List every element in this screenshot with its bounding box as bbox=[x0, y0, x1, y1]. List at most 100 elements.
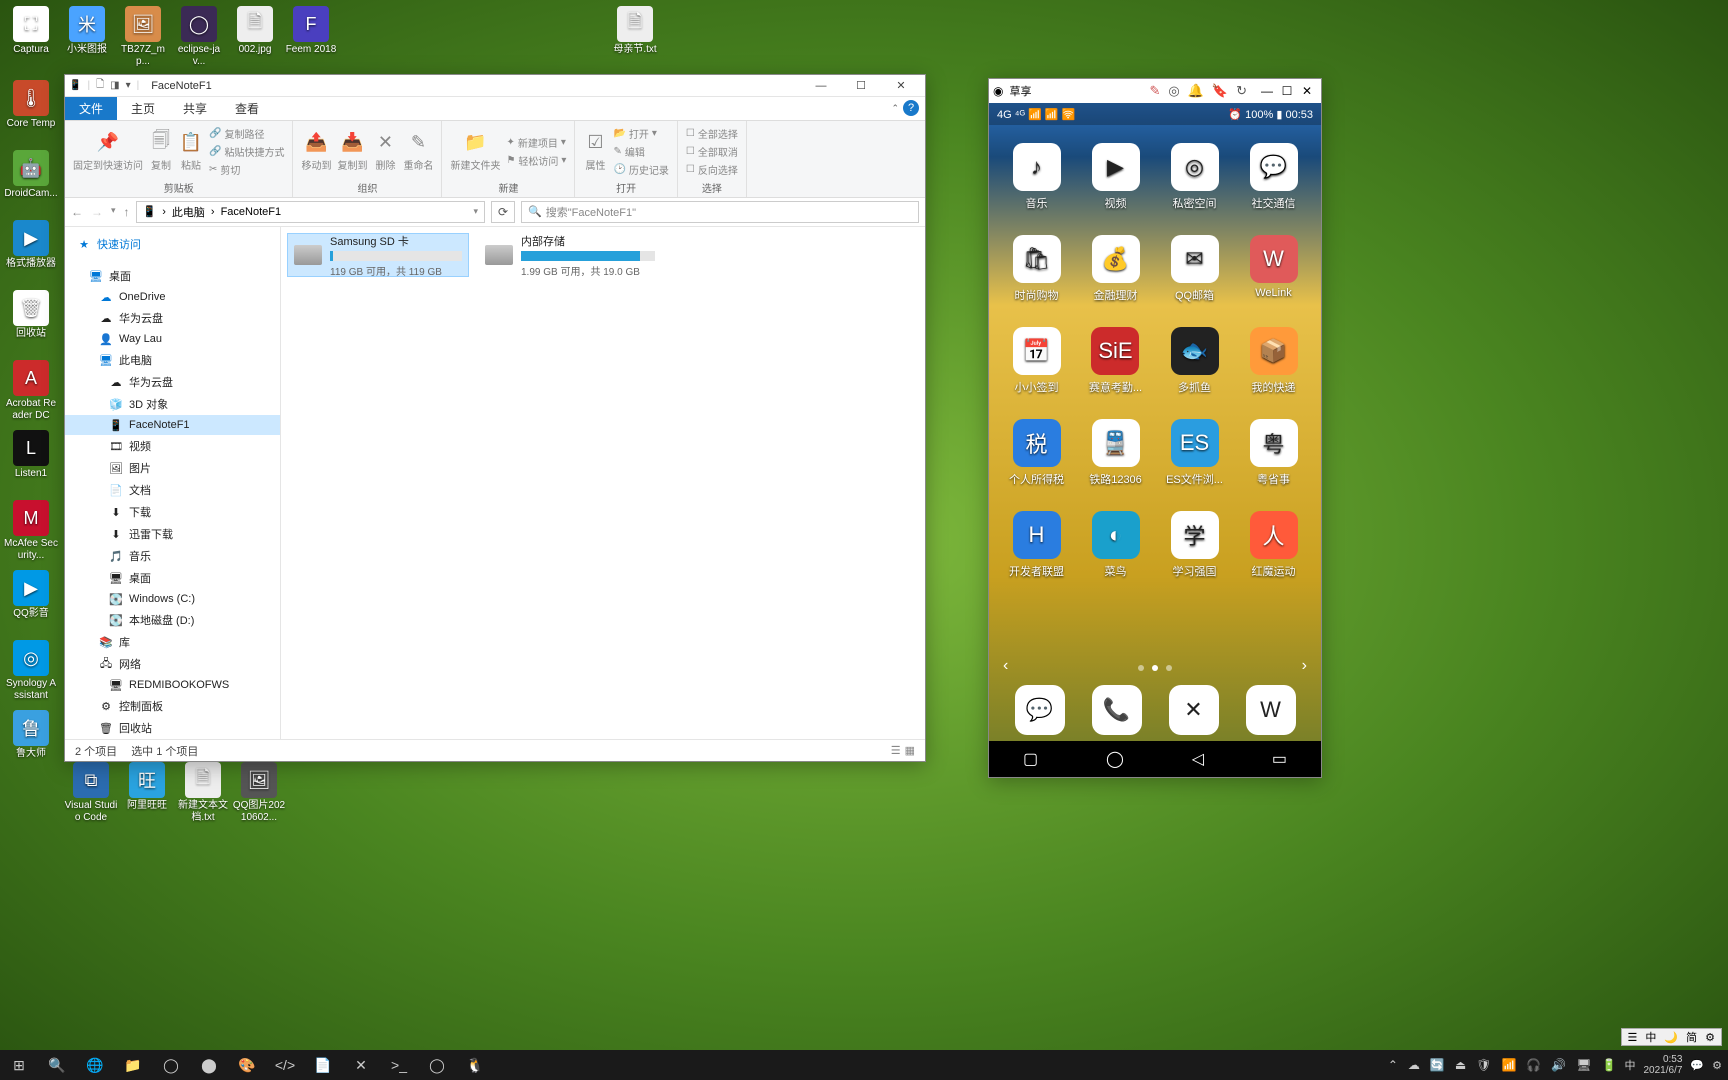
breadcrumb-segment[interactable]: FaceNoteF1 bbox=[221, 206, 282, 218]
delete-button[interactable]: ✕删除 bbox=[373, 131, 397, 172]
tray-ime[interactable]: 中 bbox=[1624, 1057, 1635, 1073]
select-none-button[interactable]: ☐ 全部取消 bbox=[686, 144, 738, 159]
nav-recycle[interactable]: 🗑回收站 bbox=[65, 717, 280, 739]
nav-desktop[interactable]: 🖥桌面 bbox=[65, 265, 280, 287]
titlebar[interactable]: 📱 | 🗋 ◨ ▾ | FaceNoteF1 — ☐ ✕ bbox=[65, 75, 925, 97]
qat-dropdown-icon[interactable]: ▾ bbox=[126, 80, 131, 91]
nav-huawei[interactable]: ☁华为云盘 bbox=[65, 307, 280, 329]
nav-item[interactable]: 🎵音乐 bbox=[65, 545, 280, 567]
dock-app[interactable]: W bbox=[1246, 685, 1296, 735]
nav-home-icon[interactable]: ◯ bbox=[1106, 749, 1124, 769]
phone-app[interactable]: H开发者联盟 bbox=[1009, 511, 1064, 599]
desktop-icon[interactable]: 🤖DroidCam... bbox=[4, 148, 58, 218]
bell-icon[interactable]: 🔔 bbox=[1188, 83, 1204, 99]
phone-app[interactable]: 🛍时尚购物 bbox=[1013, 235, 1061, 323]
qat-icon[interactable]: ◨ bbox=[110, 80, 119, 91]
qat-icon[interactable]: 🗋 bbox=[96, 77, 104, 94]
taskbar-button[interactable]: >_ bbox=[380, 1050, 418, 1080]
nav-user[interactable]: 👤Way Lau bbox=[65, 329, 280, 349]
nav-this-pc[interactable]: 🖥此电脑 bbox=[65, 349, 280, 371]
copy-path-button[interactable]: 🔗 复制路径 bbox=[209, 126, 284, 141]
brush-icon[interactable]: ✎ bbox=[1149, 83, 1160, 99]
phone-app[interactable]: 💬社交通信 bbox=[1250, 143, 1298, 231]
phone-app[interactable]: 人红魔运动 bbox=[1250, 511, 1298, 599]
refresh-icon[interactable]: ↻ bbox=[1236, 83, 1247, 99]
open-button[interactable]: 📂 打开 ▾ bbox=[613, 126, 668, 141]
desktop-icon[interactable]: 鲁鲁大师 bbox=[4, 708, 58, 778]
rename-button[interactable]: ✎重命名 bbox=[403, 131, 433, 172]
dock-app[interactable]: ✕ bbox=[1169, 685, 1219, 735]
paste-button[interactable]: 📋粘贴 bbox=[179, 131, 203, 172]
desktop-icon[interactable]: 米小米图报 bbox=[60, 4, 114, 74]
up-button[interactable]: ↑ bbox=[124, 205, 130, 219]
desktop-icon-lone[interactable]: 🗎 母亲节.txt bbox=[608, 4, 662, 74]
taskbar-button[interactable]: 📄 bbox=[304, 1050, 342, 1080]
tray-icon[interactable]: ⏏ bbox=[1455, 1058, 1466, 1072]
collapse-ribbon-icon[interactable]: ⌃ bbox=[891, 103, 899, 114]
nav-item[interactable]: 🖥桌面 bbox=[65, 567, 280, 589]
history-button[interactable]: 🕑 历史记录 bbox=[613, 162, 668, 177]
phone-app[interactable]: 粤粤省事 bbox=[1250, 419, 1298, 507]
phone-app[interactable]: WWeLink bbox=[1250, 235, 1298, 323]
view-details-icon[interactable]: ☰ bbox=[891, 744, 901, 757]
tray-icon[interactable]: 🔋 bbox=[1602, 1058, 1617, 1072]
edit-button[interactable]: ✎ 编辑 bbox=[613, 144, 668, 159]
desktop-icon[interactable]: 🖼QQ图片20210602... bbox=[232, 760, 286, 830]
phone-app[interactable]: 🚆铁路12306 bbox=[1089, 419, 1142, 507]
tray-icon[interactable]: 🎧 bbox=[1526, 1058, 1541, 1072]
phone-app[interactable]: 📅小小签到 bbox=[1013, 327, 1061, 415]
select-all-button[interactable]: ☐ 全部选择 bbox=[686, 126, 738, 141]
tab-view[interactable]: 查看 bbox=[221, 97, 273, 120]
desktop-icon[interactable]: 🗎新建文本文档.txt bbox=[176, 760, 230, 830]
pin-button[interactable]: 📌固定到快速访问 bbox=[73, 131, 143, 172]
cut-button[interactable]: ✂ 剪切 bbox=[209, 162, 284, 177]
nav-item[interactable]: ⬇迅雷下载 bbox=[65, 523, 280, 545]
page-prev-icon[interactable]: ‹ bbox=[1003, 657, 1008, 675]
taskbar-button[interactable]: ✕ bbox=[342, 1050, 380, 1080]
desktop-icon[interactable]: FFeem 2018 bbox=[284, 4, 338, 74]
tray-icon[interactable]: 📶 bbox=[1501, 1058, 1516, 1072]
taskbar-button[interactable]: </> bbox=[266, 1050, 304, 1080]
desktop-icon[interactable]: 🌡Core Temp bbox=[4, 78, 58, 148]
nav-item[interactable]: ⬇下载 bbox=[65, 501, 280, 523]
taskbar-button[interactable]: 🔍 bbox=[38, 1050, 76, 1080]
new-folder-button[interactable]: 📁新建文件夹 bbox=[450, 131, 500, 172]
taskbar-button[interactable]: 🌐 bbox=[76, 1050, 114, 1080]
ime-floating-bar[interactable]: ☰ 中 🌙 简 ⚙ bbox=[1621, 1028, 1722, 1046]
minimize-button[interactable]: — bbox=[801, 75, 841, 97]
search-box[interactable]: 🔍 搜索"FaceNoteF1" bbox=[521, 201, 919, 223]
nav-item[interactable]: 📄文档 bbox=[65, 479, 280, 501]
phone-app[interactable]: 📦我的快递 bbox=[1250, 327, 1298, 415]
copy-to-button[interactable]: 📥复制到 bbox=[337, 131, 367, 172]
maximize-button[interactable]: ☐ bbox=[841, 75, 881, 97]
phone-screen[interactable]: 4G ⁴ᴳ 📶 📶 🛜 ⏰ 100% ▮ 00:53 ♪音乐▶视频◎私密空间💬社… bbox=[989, 103, 1321, 777]
new-item-button[interactable]: ✦ 新建项目 ▾ bbox=[506, 135, 566, 150]
nav-recent-icon[interactable]: ▢ bbox=[1023, 749, 1038, 769]
nav-libraries[interactable]: 📚库 bbox=[65, 631, 280, 653]
nav-onedrive[interactable]: ☁OneDrive bbox=[65, 287, 280, 307]
taskbar-button[interactable]: ⬤ bbox=[190, 1050, 228, 1080]
phone-app[interactable]: ◐菜鸟 bbox=[1092, 511, 1140, 599]
nav-item[interactable]: ☁华为云盘 bbox=[65, 371, 280, 393]
drive-item[interactable]: Samsung SD 卡 119 GB 可用，共 119 GB bbox=[287, 233, 469, 277]
desktop-icon[interactable]: ⛶Captura bbox=[4, 4, 58, 74]
tray-icon[interactable]: 🔄 bbox=[1430, 1058, 1445, 1072]
nav-network-pc[interactable]: 🖥REDMIBOOKOFWS bbox=[65, 675, 280, 695]
bookmark-icon[interactable]: 🔖 bbox=[1212, 83, 1228, 99]
desktop-icon[interactable]: ▶QQ影音 bbox=[4, 568, 58, 638]
desktop-icon[interactable]: ▶格式播放器 bbox=[4, 218, 58, 288]
refresh-button[interactable]: ⟳ bbox=[491, 201, 515, 223]
tray-icon[interactable]: 🔊 bbox=[1551, 1058, 1566, 1072]
maximize-button[interactable]: ☐ bbox=[1277, 81, 1297, 101]
copy-button[interactable]: 🗐复制 bbox=[149, 131, 173, 172]
phone-app[interactable]: ♪音乐 bbox=[1013, 143, 1061, 231]
nav-item[interactable]: 🎞视频 bbox=[65, 435, 280, 457]
desktop-icon[interactable]: 🗑回收站 bbox=[4, 288, 58, 358]
tray-icon[interactable]: ⌃ bbox=[1388, 1058, 1398, 1072]
dock-app[interactable]: 💬 bbox=[1015, 685, 1065, 735]
forward-button[interactable]: → bbox=[91, 205, 103, 219]
tab-home[interactable]: 主页 bbox=[117, 97, 169, 120]
tray-icon[interactable]: 🛡 bbox=[1476, 1058, 1491, 1072]
tab-file[interactable]: 文件 bbox=[65, 97, 117, 120]
desktop-icon[interactable]: MMcAfee Security... bbox=[4, 498, 58, 568]
